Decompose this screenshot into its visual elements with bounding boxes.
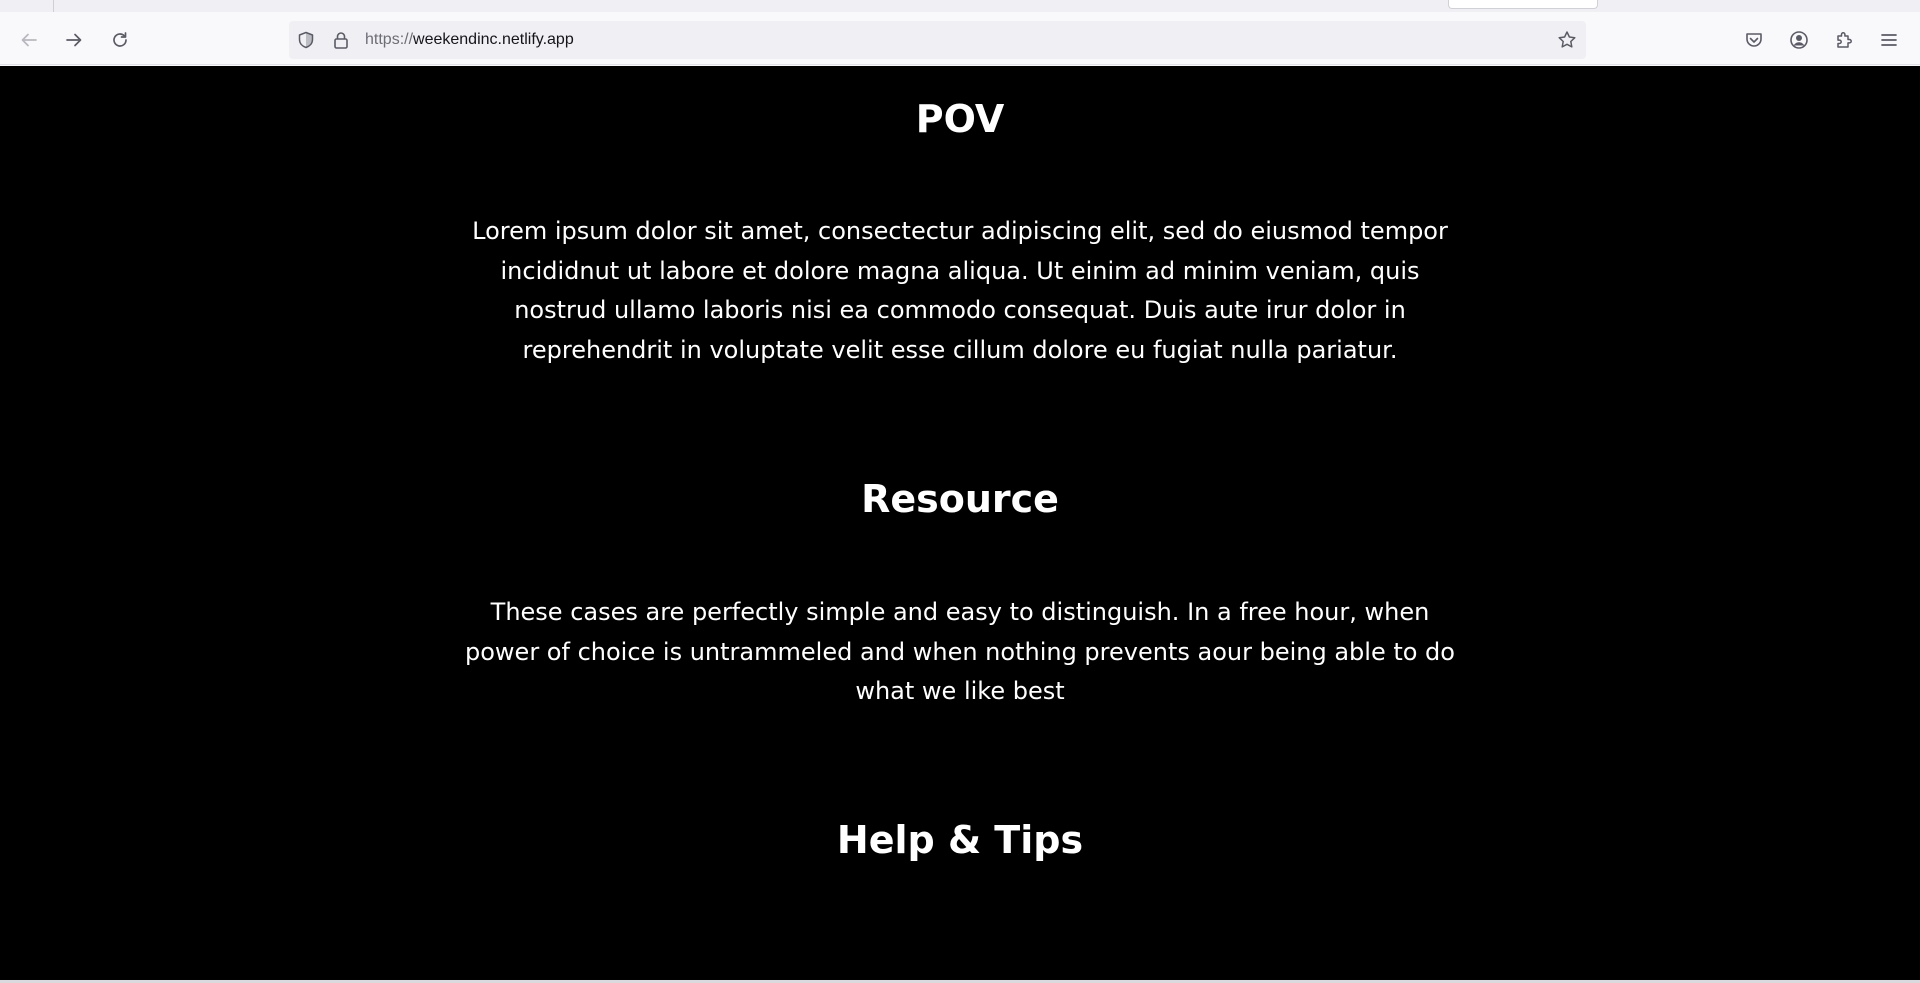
- reload-icon: [113, 32, 127, 47]
- tab-separator: [53, 0, 54, 12]
- resource-section-body: These cases are perfectly simple and eas…: [0, 593, 1920, 712]
- help-tips-section-header: Help & Tips: [0, 817, 1920, 863]
- reload-button[interactable]: [104, 24, 136, 56]
- shield-icon[interactable]: [297, 31, 315, 49]
- resource-heading: Resource: [861, 477, 1059, 521]
- account-icon: [1790, 31, 1808, 49]
- pov-heading: POV: [915, 97, 1005, 141]
- pocket-icon: [1746, 33, 1762, 47]
- account-button[interactable]: [1787, 28, 1811, 52]
- help-tips-heading: Help & Tips: [836, 818, 1084, 862]
- url-host: weekendinc.netlify.app: [413, 31, 574, 48]
- pov-paragraph: Lorem ipsum dolor sit amet, consectectur…: [472, 217, 1448, 364]
- page-viewport: POV Lorem ipsum dolor sit amet, consecte…: [0, 66, 1920, 980]
- arrow-left-icon: [21, 33, 37, 47]
- navigation-toolbar: https://weekendinc.netlify.app: [0, 12, 1920, 65]
- forward-button[interactable]: [58, 24, 90, 56]
- url-text[interactable]: https://weekendinc.netlify.app: [365, 31, 574, 49]
- back-button[interactable]: [13, 24, 45, 56]
- url-scheme: https://: [365, 31, 414, 48]
- tab-strip: [0, 0, 1920, 12]
- arrow-right-icon: [66, 33, 82, 47]
- lock-icon[interactable]: [333, 31, 349, 49]
- puzzle-icon: [1837, 32, 1852, 48]
- pov-section-body: Lorem ipsum dolor sit amet, consectectur…: [0, 212, 1920, 370]
- tab-bottom-edge[interactable]: [1448, 0, 1598, 9]
- app-menu-button[interactable]: [1877, 28, 1901, 52]
- resource-section-header: Resource: [0, 476, 1920, 522]
- star-icon[interactable]: [1557, 30, 1577, 50]
- pov-section-header: POV: [0, 96, 1920, 142]
- hamburger-menu-icon: [1881, 34, 1897, 46]
- resource-paragraph: These cases are perfectly simple and eas…: [465, 598, 1455, 705]
- url-bar[interactable]: https://weekendinc.netlify.app: [289, 21, 1586, 59]
- extensions-button[interactable]: [1832, 28, 1856, 52]
- pocket-button[interactable]: [1742, 28, 1766, 52]
